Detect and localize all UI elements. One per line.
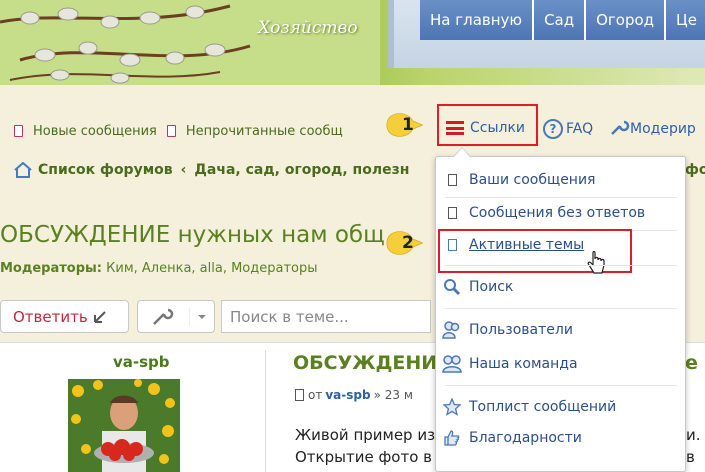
- nav-tab-garden[interactable]: Сад: [534, 0, 587, 40]
- faq-link[interactable]: ? FAQ: [543, 119, 593, 139]
- new-posts-icon: [14, 125, 23, 137]
- menu-divider: [445, 308, 677, 309]
- menu-item-thanks[interactable]: Благодарности: [442, 427, 582, 449]
- quick-links: Новые сообщения Непрочитанные сообщ: [14, 121, 353, 141]
- topic-tools-button[interactable]: [137, 300, 215, 333]
- home-icon: [14, 162, 32, 178]
- moderators-line: Модераторы: Ким, Аленка, alla, Модератор…: [0, 261, 318, 276]
- menu-item-label: Пользователи: [469, 322, 573, 338]
- thumbs-up-icon: [442, 429, 462, 447]
- menu-item-unanswered[interactable]: Сообщения без ответов: [442, 202, 645, 224]
- breadcrumb-section[interactable]: Дача, сад, огород, полезн: [194, 162, 409, 178]
- menu-item-label: Поиск: [469, 279, 514, 295]
- post-text-line-2: Открытие фото в: [295, 448, 432, 466]
- topic-search-input[interactable]: [221, 300, 431, 333]
- menu-item-label: Наша команда: [469, 356, 578, 372]
- new-posts-label: Новые сообщения: [33, 123, 157, 139]
- site-title: Хозяйство: [258, 18, 358, 38]
- author-avatar: [68, 379, 180, 472]
- star-icon: [442, 398, 462, 416]
- breadcrumb-fragment[interactable]: фо: [685, 162, 705, 178]
- breadcrumb-forum-list[interactable]: Список форумов: [38, 162, 173, 178]
- post-text-fragment-1: и.: [686, 426, 701, 444]
- menu-item-label: Благодарности: [469, 430, 582, 446]
- site-banner: Хозяйство На главную Сад Огород Це: [0, 0, 705, 85]
- unread-posts-label: Непрочитанные сообщ: [185, 123, 343, 139]
- reply-button[interactable]: Ответить: [0, 300, 129, 333]
- hand-cursor-icon: [587, 251, 605, 274]
- callout-1-number: 1: [402, 115, 414, 135]
- faq-label: FAQ: [566, 121, 594, 137]
- main-nav: На главную Сад Огород Це: [420, 0, 705, 40]
- menu-divider: [445, 385, 677, 386]
- help-icon: ?: [543, 119, 563, 139]
- users-icon: [442, 321, 462, 339]
- new-posts-link[interactable]: Новые сообщения: [14, 124, 157, 139]
- post-author[interactable]: va-spb: [113, 353, 170, 371]
- reply-arrow-icon: [93, 310, 106, 323]
- post-meta: от va-spb » 23 м: [295, 388, 413, 402]
- unread-posts-icon: [166, 125, 176, 137]
- post-text-fragment-2: в: [686, 448, 695, 466]
- moderation-link[interactable]: Модерир: [608, 120, 696, 138]
- menu-item-top-posts[interactable]: Топлист сообщений: [442, 396, 616, 418]
- search-icon: [442, 278, 462, 296]
- menu-item-team[interactable]: Наша команда: [442, 353, 578, 375]
- menu-item-label: Ваши сообщения: [469, 172, 596, 188]
- links-highlight-box: [437, 104, 538, 146]
- nav-tab-flowers[interactable]: Це: [666, 0, 705, 40]
- menu-divider: [445, 197, 677, 198]
- post-title-fragment: е: [685, 352, 698, 374]
- unread-posts-link[interactable]: Непрочитанные сообщ: [166, 123, 343, 139]
- nav-tab-home[interactable]: На главную: [420, 0, 535, 40]
- wrench-tools-icon: [153, 307, 190, 326]
- breadcrumb: Список форумов ‹ Дача, сад, огород, поле…: [14, 162, 409, 178]
- menu-item-your-posts[interactable]: Ваши сообщения: [442, 169, 595, 191]
- menu-item-users[interactable]: Пользователи: [442, 319, 573, 341]
- meta-author[interactable]: va-spb: [325, 388, 370, 402]
- chevron-down-icon: [198, 314, 206, 319]
- wrench-icon: [611, 120, 630, 135]
- moderation-label: Модерир: [630, 121, 696, 137]
- breadcrumb-separator: ‹: [180, 162, 187, 178]
- doc-icon: [442, 204, 462, 222]
- post-divider: [265, 350, 266, 472]
- post-doc-icon: [295, 389, 304, 401]
- moderators-label: Модераторы:: [0, 261, 102, 276]
- menu-item-label: Сообщения без ответов: [469, 205, 646, 221]
- doc-edit-icon: [442, 171, 462, 189]
- callout-2-number: 2: [402, 233, 414, 253]
- topic-title[interactable]: ОБСУЖДЕНИЕ нужных нам общ: [0, 222, 385, 248]
- post-text-line-1: Живой пример из: [295, 426, 436, 444]
- menu-divider: [445, 265, 677, 266]
- menu-item-label: Топлист сообщений: [469, 399, 617, 415]
- meta-from: от: [308, 388, 323, 402]
- meta-date: » 23 м: [373, 388, 413, 402]
- moderators-list[interactable]: Ким, Аленка, alla, Модераторы: [106, 261, 317, 276]
- willow-branches-image: [0, 0, 380, 85]
- reply-label: Ответить: [13, 307, 88, 326]
- nav-tab-vegetable-garden[interactable]: Огород: [586, 0, 667, 40]
- menu-item-search[interactable]: Поиск: [442, 276, 513, 298]
- team-icon: [442, 355, 462, 373]
- post-title[interactable]: ОБСУЖДЕНИ: [293, 352, 437, 374]
- dropdown-pointer-inner: [454, 148, 470, 157]
